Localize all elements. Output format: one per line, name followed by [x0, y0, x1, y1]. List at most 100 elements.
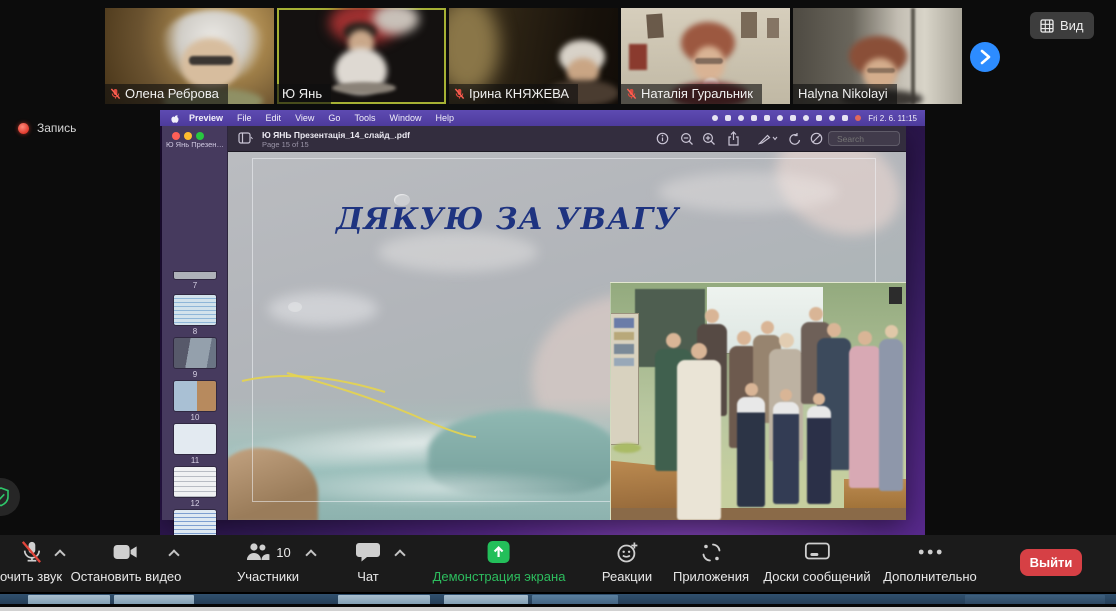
status-icon[interactable]: [803, 115, 809, 121]
participant-nametag: Олена Реброва: [105, 84, 228, 104]
menu-item-go[interactable]: Go: [321, 113, 347, 123]
mic-muted-icon: [110, 88, 121, 100]
thumbnail-page-10[interactable]: 10: [162, 381, 228, 423]
reactions-button[interactable]: Реакции: [602, 540, 652, 584]
status-icon[interactable]: [855, 115, 861, 121]
page-indicator: Page 15 of 15: [262, 140, 309, 149]
participants-count: 10: [276, 545, 290, 560]
menu-item-file[interactable]: File: [230, 113, 259, 123]
apps-icon: [700, 541, 723, 564]
thumbnail-image: [174, 381, 216, 411]
search-field[interactable]: [828, 131, 900, 146]
chat-bubble-icon: [355, 542, 381, 563]
status-icon[interactable]: [816, 115, 822, 121]
status-icon[interactable]: [751, 115, 757, 121]
participant-face: [693, 46, 725, 82]
more-label: Дополнительно: [883, 569, 977, 584]
rotate-icon[interactable]: [788, 132, 802, 146]
shared-screen: Preview File Edit View Go Tools Window H…: [160, 110, 925, 535]
apps-button[interactable]: Приложения: [673, 540, 749, 584]
thumbnail-page-13[interactable]: 13: [162, 510, 228, 535]
chat-label: Чат: [357, 569, 379, 584]
sidebar-document-title: Ю Янь Презент...: [166, 140, 224, 149]
preview-sidebar: Ю Янь Презент... 7 8 9 10: [162, 126, 228, 520]
thumbnail-number: 9: [193, 370, 197, 380]
preview-title-bar: Ю ЯНЬ Презентація_14_слайд_.pdf Page 15 …: [228, 126, 906, 152]
menu-item-window[interactable]: Window: [382, 113, 428, 123]
participant-glasses: [695, 58, 723, 64]
next-participants-button[interactable]: [970, 42, 1000, 72]
whiteboard-label: Доски сообщений: [763, 569, 870, 584]
video-background: [449, 8, 499, 94]
participants-label: Участники: [237, 569, 299, 584]
thumbnail-number: 8: [193, 327, 197, 337]
mic-muted-icon: [626, 88, 637, 100]
menu-item-help[interactable]: Help: [428, 113, 461, 123]
share-screen-button[interactable]: Демонстрация экрана: [433, 540, 566, 584]
chat-button[interactable]: Чат: [355, 540, 381, 584]
thumbnail-page-12[interactable]: 12: [162, 467, 228, 509]
participant-nametag: Наталія Гуральник: [621, 84, 762, 104]
participant-name: Ірина КНЯЖЕВА: [469, 86, 569, 101]
info-icon[interactable]: [656, 132, 669, 145]
participant-video-yu-yan[interactable]: Ю Янь: [277, 8, 446, 104]
menu-item-tools[interactable]: Tools: [347, 113, 382, 123]
view-button[interactable]: Вид: [1030, 12, 1094, 39]
participant-video-halyna[interactable]: Halyna Nikolayi: [793, 8, 962, 104]
unmute-button[interactable]: очить звук: [0, 540, 62, 584]
thumbnail-image: [174, 510, 216, 535]
window-controls: [172, 132, 204, 140]
thumbnail-page-11[interactable]: 11: [162, 424, 228, 466]
status-icon[interactable]: [777, 115, 783, 121]
sidebar-toggle-icon[interactable]: [238, 132, 253, 144]
status-icon[interactable]: [725, 115, 731, 121]
participant-video-olena[interactable]: Олена Реброва: [105, 8, 274, 104]
more-button[interactable]: Дополнительно: [883, 540, 977, 584]
search-input[interactable]: [837, 134, 895, 144]
zoom-in-icon[interactable]: [702, 132, 716, 146]
security-shield-button[interactable]: [0, 478, 20, 516]
participant-video-nataliia[interactable]: Наталія Гуральник: [621, 8, 790, 104]
whiteboard-icon: [804, 542, 830, 562]
menu-item-edit[interactable]: Edit: [259, 113, 289, 123]
leave-meeting-button[interactable]: Выйти: [1020, 549, 1082, 576]
status-icon[interactable]: [712, 115, 718, 121]
mic-muted-icon: [19, 540, 44, 565]
thumbnail-page-8[interactable]: 8: [162, 295, 228, 337]
status-icon[interactable]: [764, 115, 770, 121]
status-icon[interactable]: [790, 115, 796, 121]
window-title: Ю ЯНЬ Презентація_14_слайд_.pdf: [262, 130, 410, 140]
thumbnail-image: [174, 272, 216, 279]
thumbnail-page-9[interactable]: 9: [162, 338, 228, 380]
macos-menu-bar: Preview File Edit View Go Tools Window H…: [160, 110, 925, 126]
yellow-annotation-stroke: [228, 152, 906, 520]
participant-glasses: [189, 56, 233, 65]
participant-hands: [332, 82, 396, 94]
grid-view-icon: [1040, 19, 1054, 33]
wall-picture: [646, 13, 664, 38]
participants-button[interactable]: 10 Участники: [237, 540, 299, 584]
preview-window: Ю Янь Презент... 7 8 9 10: [162, 126, 906, 520]
participants-icon: [245, 542, 271, 562]
crop-icon[interactable]: [810, 132, 823, 145]
thumbnail-number: 11: [191, 456, 199, 466]
status-icon[interactable]: [829, 115, 835, 121]
participant-video-iryna[interactable]: Ірина КНЯЖЕВА: [449, 8, 618, 104]
markup-pen-icon[interactable]: [758, 132, 778, 145]
participant-name: Ю Янь: [282, 86, 322, 101]
menu-item-preview[interactable]: Preview: [182, 113, 230, 123]
close-window-icon[interactable]: [172, 132, 180, 140]
whiteboard-button[interactable]: Доски сообщений: [763, 540, 870, 584]
zoom-window-icon[interactable]: [196, 132, 204, 140]
status-icon[interactable]: [842, 115, 848, 121]
thumbnail-page-7[interactable]: 7: [162, 272, 228, 291]
zoom-out-icon[interactable]: [680, 132, 694, 146]
thumbnail-number: 12: [191, 499, 200, 509]
minimize-window-icon[interactable]: [184, 132, 192, 140]
menu-item-view[interactable]: View: [288, 113, 321, 123]
stop-video-button[interactable]: Остановить видео: [71, 540, 182, 584]
video-background: [373, 8, 419, 34]
record-dot-icon: [18, 123, 29, 134]
status-icon[interactable]: [738, 115, 744, 121]
share-icon[interactable]: [727, 131, 740, 146]
